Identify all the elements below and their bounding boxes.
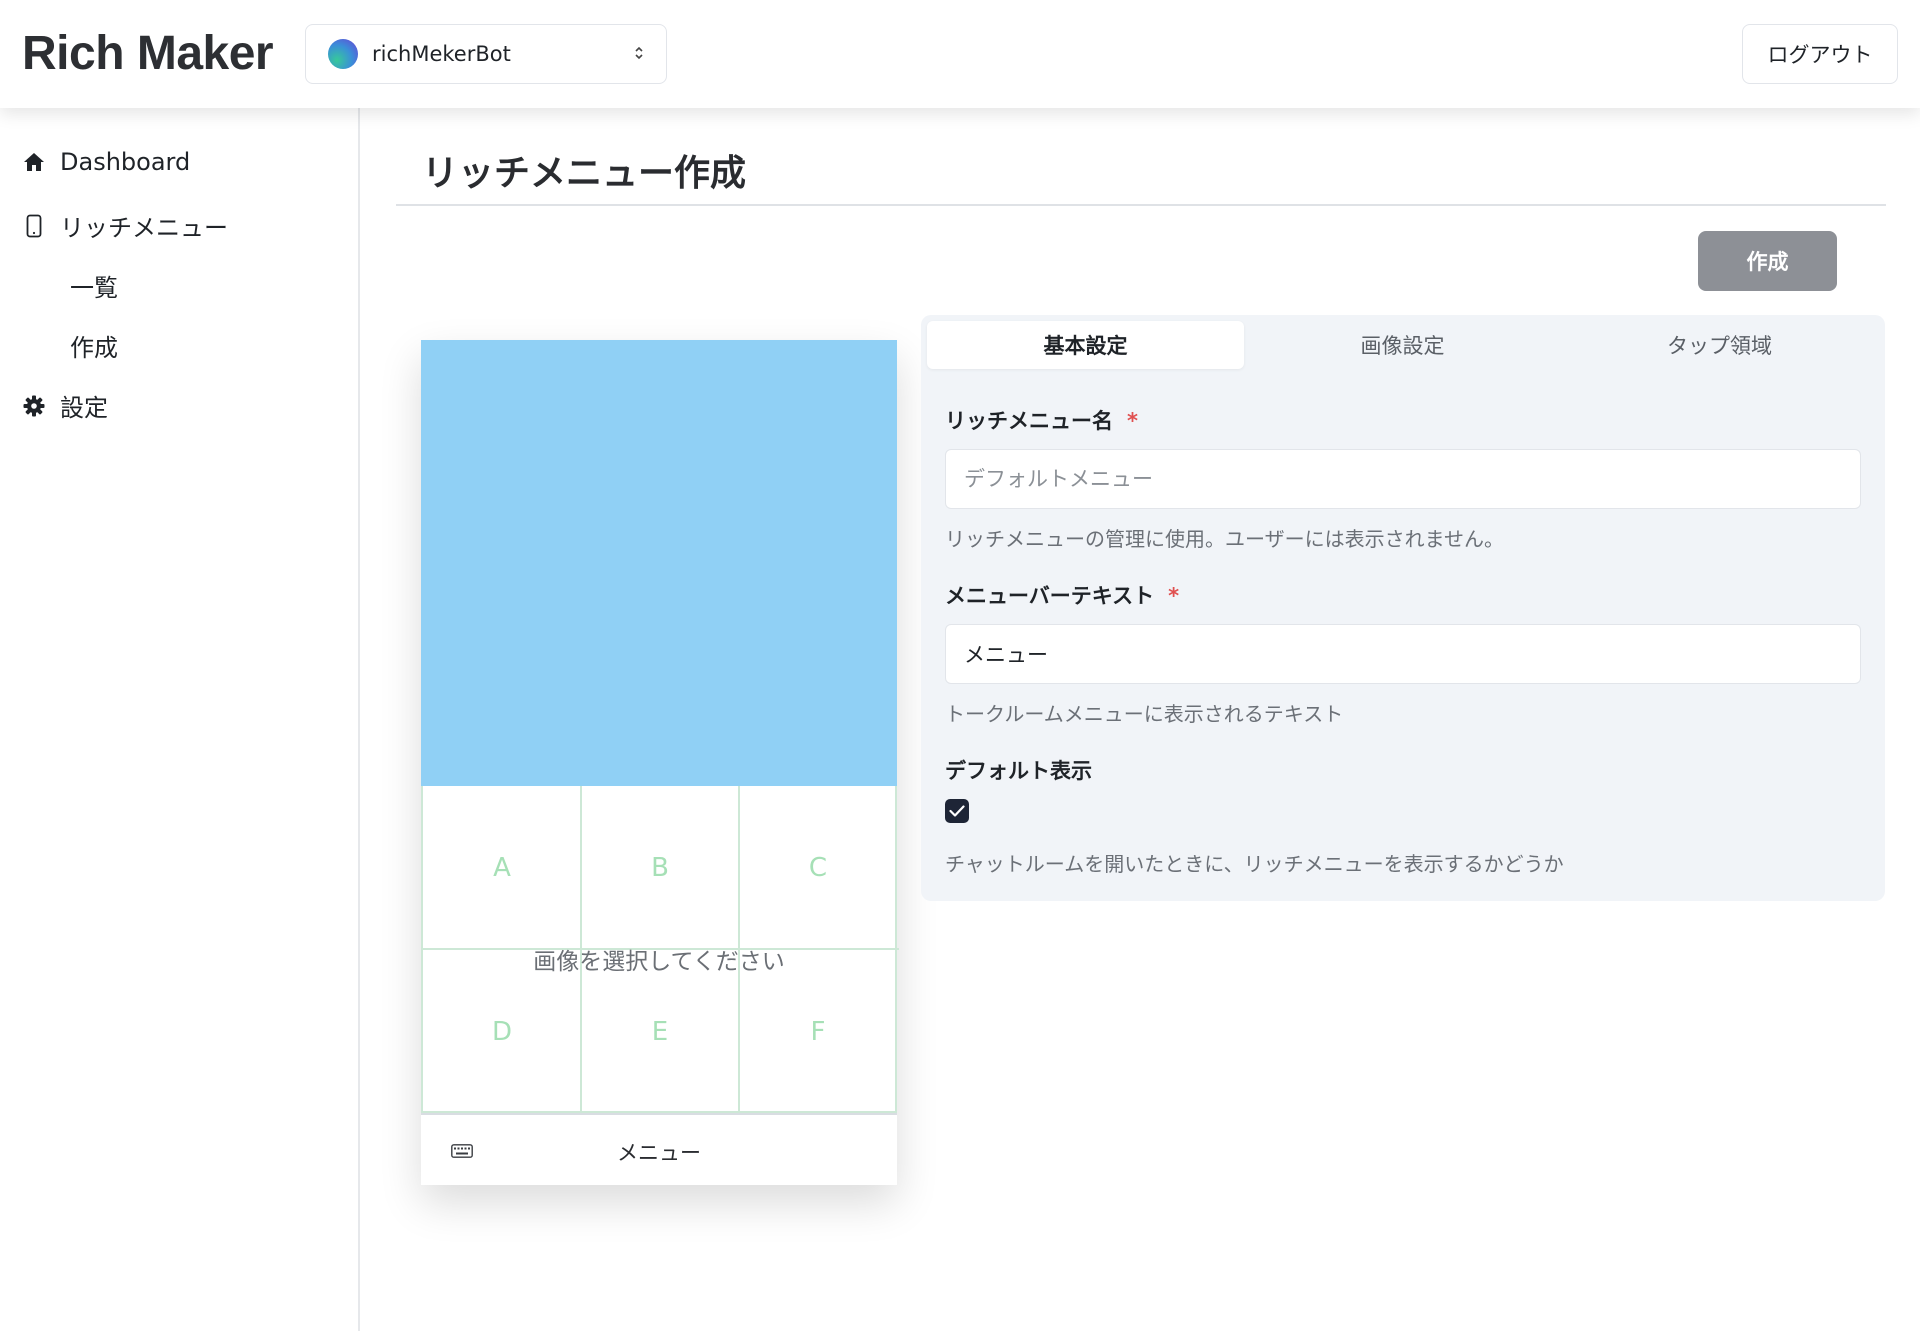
richmenu-name-label-text: リッチメニュー名	[945, 409, 1113, 433]
chat-area-preview	[421, 340, 897, 786]
app-header: Rich Maker richMekerBot ログアウト	[0, 0, 1920, 108]
tap-area-b[interactable]: B	[581, 786, 739, 949]
sidebar-item-richmenu[interactable]: リッチメニュー	[22, 208, 228, 243]
home-icon	[22, 150, 46, 174]
tap-area-a[interactable]: A	[423, 786, 581, 949]
select-image-placeholder: 画像を選択してください	[533, 949, 785, 975]
default-display-label: デフォルト表示	[945, 759, 1092, 783]
page-title: リッチメニュー作成	[422, 153, 747, 194]
richmenu-preview: A B C D E F 画像を選択してください メニュー	[421, 340, 899, 1185]
app-logo[interactable]: Rich Maker	[22, 26, 274, 81]
tap-area-c[interactable]: C	[739, 786, 897, 949]
title-divider	[396, 204, 1886, 206]
sidebar-item-label: 設定	[60, 394, 108, 422]
gear-icon	[22, 394, 46, 418]
menubar-text-input[interactable]	[945, 624, 1861, 684]
bot-avatar	[328, 39, 358, 69]
required-mark: *	[1127, 409, 1138, 433]
richmenu-name-help: リッチメニューの管理に使用。ユーザーには表示されません。	[945, 527, 1504, 551]
bot-selector[interactable]: richMekerBot	[305, 24, 667, 84]
tab-tap-areas[interactable]: タップ領域	[1561, 321, 1878, 369]
logout-button[interactable]: ログアウト	[1742, 24, 1898, 84]
default-display-help: チャットルームを開いたときに、リッチメニューを表示するかどうか	[945, 852, 1564, 876]
bot-name: richMekerBot	[372, 42, 511, 66]
sidebar-item-dashboard[interactable]: Dashboard	[22, 148, 190, 176]
sidebar-item-settings[interactable]: 設定	[22, 388, 108, 423]
menubar-text-label-text: メニューバーテキスト	[945, 584, 1155, 608]
sidebar-subitem-create[interactable]: 作成	[70, 328, 118, 363]
chevron-updown-icon	[634, 45, 644, 64]
richmenu-name-label: リッチメニュー名 *	[945, 405, 1138, 435]
create-button[interactable]: 作成	[1698, 231, 1837, 291]
menubar-text-label: メニューバーテキスト *	[945, 580, 1179, 610]
richmenu-name-input[interactable]	[945, 449, 1861, 509]
sidebar-item-label: Dashboard	[60, 148, 191, 176]
settings-tabs: 基本設定 画像設定 タップ領域	[927, 321, 1879, 369]
sidebar-item-label: リッチメニュー	[60, 214, 228, 242]
phone-icon	[22, 214, 46, 238]
sidebar: Dashboard リッチメニュー 一覧 作成 設定	[0, 108, 360, 1331]
preview-menubar: メニュー	[421, 1113, 897, 1185]
settings-panel: 基本設定 画像設定 タップ領域 リッチメニュー名 * リッチメニューの管理に使用。…	[921, 315, 1885, 901]
preview-menubar-text: メニュー	[617, 1141, 701, 1165]
menubar-text-help: トークルームメニューに表示されるテキスト	[945, 702, 1344, 726]
required-mark: *	[1168, 584, 1180, 608]
sidebar-subitem-list[interactable]: 一覧	[70, 268, 118, 303]
tab-basic-settings[interactable]: 基本設定	[927, 321, 1244, 369]
checkmark-icon	[949, 805, 965, 817]
default-display-checkbox[interactable]	[945, 799, 969, 823]
tab-image-settings[interactable]: 画像設定	[1244, 321, 1561, 369]
